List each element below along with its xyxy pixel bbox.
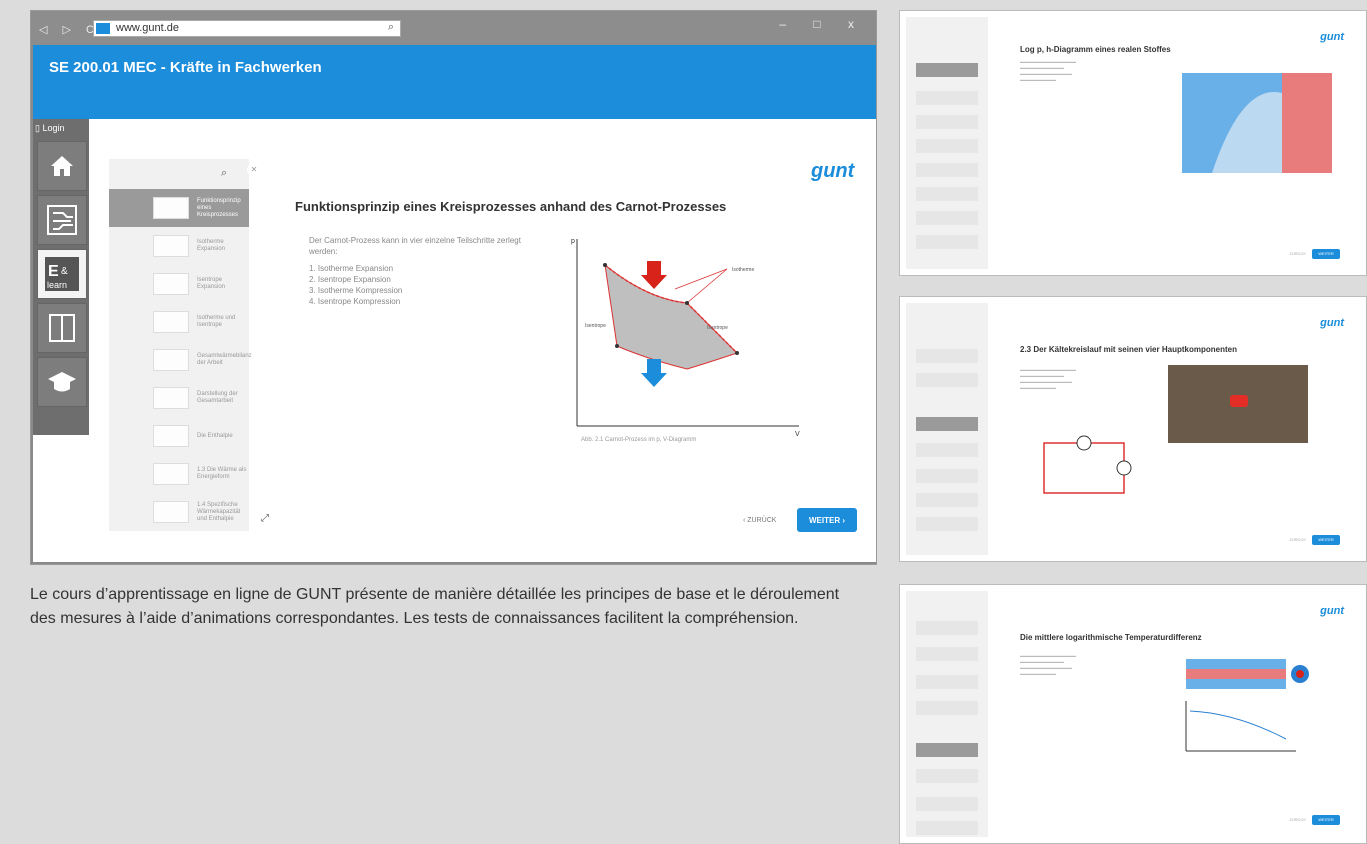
step-item: 2. Isentrope Expansion (309, 275, 391, 284)
back-button[interactable]: ZURÜCK (1289, 537, 1306, 542)
toc-item-label: Isentrope Expansion (197, 277, 226, 290)
svg-text:E: E (48, 263, 59, 280)
next-button[interactable]: WEITER (1312, 815, 1340, 825)
thumb-text: ▬▬▬▬▬▬▬▬▬▬▬▬▬▬ ▬▬▬▬▬▬▬▬▬▬▬ ▬▬▬▬▬▬▬▬▬▬▬▬▬ ▬▬… (1020, 367, 1076, 390)
toc-thumbnail (153, 349, 189, 371)
next-button[interactable]: WEITER (1312, 249, 1340, 259)
back-button[interactable]: ‹ ZURÜCK (743, 517, 776, 524)
thumb-heading: Log p, h-Diagramm eines realen Stoffes (1020, 45, 1171, 54)
url-bar[interactable]: www.gunt.de ⌕ (93, 20, 401, 37)
toc-item[interactable]: Die Enthalpie (109, 417, 249, 455)
step-item: 3. Isotherme Kompression (309, 286, 403, 295)
toc-thumbnail (153, 235, 189, 257)
login-label: Login (42, 123, 65, 133)
close-icon[interactable]: ✕ (247, 163, 261, 177)
toc-item-label: Isotherme Expansion (197, 239, 226, 252)
back-button[interactable]: ZURÜCK (1289, 817, 1306, 822)
toc-thumbnail (153, 463, 189, 485)
thumb-heading: Die mittlere logarithmische Temperaturdi… (1020, 633, 1202, 642)
thumb-text: ▬▬▬▬▬▬▬▬▬▬▬▬▬▬ ▬▬▬▬▬▬▬▬▬▬▬ ▬▬▬▬▬▬▬▬▬▬▬▬▬ ▬▬… (1020, 59, 1076, 82)
svg-text:&: & (61, 266, 68, 277)
app-body: ▯ Login E & learn ⌕ ✕ Funktionsprinzip ei (33, 119, 876, 562)
toc-thumbnail (153, 197, 189, 219)
browser-toolbar: ◁ ▷ C www.gunt.de ⌕ – □ x (31, 11, 876, 45)
page-title: Funktionsprinzip eines Kreisprozesses an… (295, 199, 727, 214)
toc-item[interactable]: 1.4 Spezifische Wärmekapazität und Entha… (109, 493, 249, 531)
isentrope-right-label: Isentrope (707, 325, 728, 331)
refrigeration-circuit (1043, 435, 1132, 494)
screenshot-thumbnail: gunt Die mittlere logarithmische Tempera… (899, 584, 1367, 844)
gunt-logo: gunt (1320, 317, 1344, 329)
back-button[interactable]: ZURÜCK (1289, 251, 1306, 256)
thumb-text: ▬▬▬▬▬▬▬▬▬▬▬▬▬▬ ▬▬▬▬▬▬▬▬▬▬▬ ▬▬▬▬▬▬▬▬▬▬▬▬▬ ▬▬… (1020, 653, 1076, 676)
app-header: SE 200.01 MEC - Kräfte in Fachwerken (33, 45, 876, 119)
thumb-sidebar (906, 17, 988, 269)
toc-item[interactable]: Funktionsprinzip eines Kreisprozesses (109, 189, 249, 227)
v-axis-label: V (795, 431, 800, 436)
toc-item[interactable]: Isotherme und Isentrope (109, 303, 249, 341)
next-button[interactable]: WEITER (1312, 535, 1340, 545)
url-text: www.gunt.de (116, 22, 179, 34)
carnot-diagram: p V Isotherme Isentrope Isentrope (571, 238, 800, 436)
figure-caption: Abb. 2.1 Carnot-Prozess im p, V-Diagramm (581, 437, 697, 443)
play-icon[interactable] (1230, 395, 1248, 407)
graduation-cap-icon[interactable] (37, 357, 87, 407)
toc-thumbnail (153, 501, 189, 523)
thumb-heading: 2.3 Der Kältekreislauf mit seinen vier H… (1020, 345, 1237, 354)
toc-item[interactable]: Isotherme Expansion (109, 227, 249, 265)
toc-item[interactable]: 1.3 Die Wärme als Energieform (109, 455, 249, 493)
next-button[interactable]: WEITER › (797, 508, 857, 532)
favicon-icon (96, 23, 110, 34)
login-link[interactable]: ▯ Login (35, 123, 64, 134)
gunt-logo: gunt (1320, 31, 1344, 43)
thumb-sidebar (906, 303, 988, 555)
svg-text:learn: learn (47, 280, 67, 290)
next-label: WEITER (809, 515, 841, 525)
screenshot-thumbnail: gunt Log p, h-Diagramm eines realen Stof… (899, 10, 1367, 276)
table-of-contents: ⌕ ✕ Funktionsprinzip eines Kreisprozesse… (109, 159, 261, 531)
book-icon[interactable] (37, 303, 87, 353)
screenshot-thumbnail: gunt 2.3 Der Kältekreislauf mit seinen v… (899, 296, 1367, 562)
toc-thumbnail (153, 273, 189, 295)
toc-item-label: Die Enthalpie (197, 432, 233, 439)
caption-text: Le cours d’apprentissage en ligne de GUN… (30, 586, 840, 627)
toc-thumbnail (153, 425, 189, 447)
expand-icon[interactable]: ⤢ (261, 513, 269, 524)
search-icon[interactable]: ⌕ (221, 167, 227, 180)
toc-thumbnail (153, 387, 189, 409)
intro-text: Der Carnot-Prozess kann in vier einzelne… (309, 236, 521, 256)
toc-item-label: Funktionsprinzip eines Kreisprozesses (197, 197, 241, 218)
gunt-logo: gunt (811, 160, 855, 182)
step-item: 4. Isentrope Kompression (309, 297, 401, 306)
elearn-icon[interactable]: E & learn (37, 249, 87, 299)
p-axis-label: p (571, 238, 575, 245)
step-item: 1. Isotherme Expansion (309, 264, 394, 273)
circuit-icon[interactable] (37, 195, 87, 245)
video-thumbnail[interactable] (1168, 365, 1308, 443)
toc-item[interactable]: Isentrope Expansion (109, 265, 249, 303)
toc-item-label: Darstellung der Gesamtarbeit (197, 391, 238, 404)
log-ph-diagram (1182, 73, 1332, 173)
toc-item[interactable]: Gesamtwärmebilanz der Arbeit (109, 341, 252, 379)
toc-item[interactable]: Darstellung der Gesamtarbeit (109, 379, 249, 417)
toc-item-label: 1.4 Spezifische Wärmekapazität und Entha… (197, 501, 241, 522)
browser-nav-buttons[interactable]: ◁ ▷ C (39, 23, 100, 36)
search-icon[interactable]: ⌕ (388, 21, 394, 34)
left-navbar: ▯ Login E & learn (33, 119, 89, 435)
toc-item-label: 1.3 Die Wärme als Energieform (197, 467, 247, 480)
temperature-diagram (1185, 659, 1309, 752)
isentrope-left-label: Isentrope (585, 323, 606, 329)
thumb-sidebar (906, 591, 988, 837)
window-controls[interactable]: – □ x (779, 17, 866, 31)
home-icon[interactable] (37, 141, 87, 191)
toc-item-label: Gesamtwärmebilanz der Arbeit (197, 353, 252, 366)
browser-window: ◁ ▷ C www.gunt.de ⌕ – □ x SE 200.01 MEC … (30, 10, 877, 565)
gunt-logo: gunt (1320, 605, 1344, 617)
toc-thumbnail (153, 311, 189, 333)
isotherme-label: Isotherme (732, 267, 754, 273)
steps-list: 1. Isotherme Expansion 2. Isentrope Expa… (309, 263, 402, 307)
app-title: SE 200.01 MEC - Kräfte in Fachwerken (49, 59, 322, 76)
toc-item-label: Isotherme und Isentrope (197, 315, 236, 328)
back-label: ZURÜCK (747, 517, 777, 524)
